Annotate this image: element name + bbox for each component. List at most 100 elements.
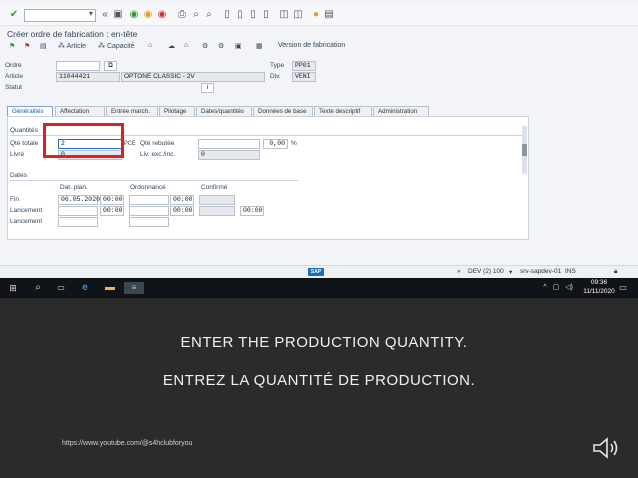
lancement-conf-time-field[interactable]: 00:00 xyxy=(240,206,264,216)
search-icon[interactable]: ⌕ xyxy=(32,282,44,294)
sap-gui-taskbar-icon[interactable]: ≡ xyxy=(124,282,144,294)
qte-rebutee-extra-field[interactable] xyxy=(198,139,260,149)
liv-exc-field: 0 xyxy=(198,150,260,160)
last-page-icon[interactable]: ▯ xyxy=(260,9,272,21)
clock-date[interactable]: 11/11/2020 xyxy=(580,288,618,295)
lancement2-ord-date-field[interactable] xyxy=(129,217,169,227)
cancel-icon[interactable]: ◉ xyxy=(156,9,168,21)
back-icon[interactable]: ◉ xyxy=(128,9,140,21)
flag-red-icon[interactable]: ⚑ xyxy=(24,42,30,50)
col-ordonnance-header: Ordonnancé xyxy=(130,184,166,191)
scrollbar-thumb[interactable] xyxy=(522,144,527,156)
channel-url: https://www.youtube.com/@s4hclubforyou xyxy=(62,440,193,447)
article-icon: ⁂ xyxy=(58,43,65,50)
article-button[interactable]: ⁂ Article xyxy=(58,42,86,50)
network-icon[interactable]: ▢ xyxy=(552,282,560,294)
tab-pilotage[interactable]: Pilotage xyxy=(159,106,195,116)
document-icon[interactable]: ▤ xyxy=(40,42,47,50)
tool-icon-4[interactable]: ⚙ xyxy=(202,42,208,50)
layout-icon[interactable]: ▤ xyxy=(323,9,335,21)
back-double-icon[interactable]: « xyxy=(99,9,111,21)
find-icon[interactable]: ⌕ xyxy=(190,9,202,21)
capacity-icon: ⁂ xyxy=(98,43,105,50)
quantites-group-title: Quantités xyxy=(10,127,38,134)
type-field: PP01 xyxy=(292,61,316,71)
ordre-field[interactable] xyxy=(56,61,100,71)
article-button-label: Article xyxy=(66,43,87,50)
save-icon[interactable]: ▣ xyxy=(112,9,124,21)
task-view-icon[interactable]: ▭ xyxy=(55,282,67,294)
mode-info: INS xyxy=(565,268,576,275)
print-icon[interactable]: ⎙ xyxy=(176,9,188,21)
tab-generalites[interactable]: Généralités xyxy=(7,106,53,116)
tab-affectation[interactable]: Affectation xyxy=(55,106,105,116)
help-icon[interactable]: ● xyxy=(310,9,322,21)
version-button[interactable]: Version de fabrication xyxy=(278,42,345,49)
livre-label: Livré xyxy=(10,151,25,158)
system-dropdown-icon[interactable]: ▾ xyxy=(509,268,512,276)
lancement2-date-field[interactable] xyxy=(58,217,98,227)
div-field: VENI xyxy=(292,72,316,82)
notifications-icon[interactable]: ▭ xyxy=(618,282,628,294)
tab-entree-march[interactable]: Entrée march. xyxy=(106,106,158,116)
tab-dates-quantites[interactable]: Dates/quantités xyxy=(196,106,252,116)
tab-donnees-de-base[interactable]: Données de base xyxy=(253,106,313,116)
lancement-date-field[interactable] xyxy=(58,206,98,216)
fin-ord-date-field[interactable] xyxy=(129,195,169,205)
dates-group-title: Dates xyxy=(10,172,27,179)
sap-logo: SAP xyxy=(308,268,324,276)
clock-time[interactable]: 09:36 xyxy=(584,279,614,286)
command-field[interactable]: ▾ xyxy=(24,9,96,22)
ordre-search-button[interactable]: ⧉ xyxy=(104,61,117,71)
find-next-icon[interactable]: ⌕ xyxy=(203,9,215,21)
capacite-button[interactable]: ⁂ Capacité xyxy=(98,42,135,50)
check-icon[interactable]: ✔ xyxy=(8,9,20,21)
qte-rebutee-label: Qté rebutée xyxy=(140,140,175,147)
chevron-down-icon[interactable]: ▾ xyxy=(89,9,93,18)
article-field: 11044421 xyxy=(56,72,120,82)
exit-icon[interactable]: ◉ xyxy=(142,9,154,21)
tool-icon-6[interactable]: ▣ xyxy=(235,42,242,50)
fin-conf-date-field xyxy=(199,195,235,205)
new-session-icon[interactable]: ◫ xyxy=(278,9,290,21)
vertical-scrollbar[interactable] xyxy=(522,126,527,174)
lancement2-label: Lancement xyxy=(10,218,43,225)
status-expand-icon[interactable]: » xyxy=(457,268,461,275)
tool-icon-5[interactable]: ⚙ xyxy=(218,42,224,50)
lancement-time-field[interactable]: 00:00 xyxy=(100,206,124,216)
tool-icon-2[interactable]: ☁ xyxy=(168,42,175,50)
type-label: Type xyxy=(270,62,285,69)
fin-time-field[interactable]: 00:00 xyxy=(100,195,124,205)
article-description: OPTONE CLASSIC - 2V xyxy=(121,72,265,82)
fin-date-field[interactable]: 06.05.2020 xyxy=(58,195,100,205)
lancement-ord-time-field[interactable]: 00:00 xyxy=(170,206,194,216)
liv-exc-label: Liv. exc./inc. xyxy=(140,151,176,158)
tool-icon-7[interactable]: ▦ xyxy=(256,42,263,50)
taskbar: ⊞ ⌕ ▭ e ▬ ≡ ^ ▢ ◁) 09:36 11/11/2020 ▭ xyxy=(0,278,638,298)
first-page-icon[interactable]: ▯ xyxy=(221,9,233,21)
edge-icon[interactable]: e xyxy=(78,282,92,294)
tool-icon-3[interactable]: ⌂ xyxy=(184,42,188,49)
flag-icon[interactable]: ⚑ xyxy=(9,42,15,50)
lancement-ord-date-field[interactable] xyxy=(129,206,169,216)
tab-administration[interactable]: Administration xyxy=(373,106,429,116)
tab-texte-descriptif[interactable]: Texte descriptif xyxy=(314,106,372,116)
fin-label: Fin xyxy=(10,196,20,203)
file-explorer-icon[interactable]: ▬ xyxy=(103,282,117,294)
col-plan-header: Dat. plan. xyxy=(60,184,88,191)
statut-info-button[interactable]: i xyxy=(201,83,214,93)
page-title: Créer ordre de fabrication : en-tête xyxy=(7,29,138,39)
volume-icon[interactable]: ◁) xyxy=(564,282,574,294)
tray-chevron-icon[interactable]: ^ xyxy=(541,282,549,294)
status-bar: SAP » DEV (2) 100 ▾ srv-sapdev-01 INS 🔒︎ xyxy=(0,265,638,278)
percent-label: % xyxy=(291,140,297,147)
server-info: srv-sapdev-01 xyxy=(520,268,562,275)
shortcut-icon[interactable]: ◫ xyxy=(292,9,304,21)
windows-start-icon[interactable]: ⊞ xyxy=(7,282,19,294)
prev-page-icon[interactable]: ▯ xyxy=(234,9,246,21)
sap-window: ✔ ▾ « ▣ ◉ ◉ ◉ ⎙ ⌕ ⌕ ▯ ▯ ▯ ▯ ◫ ◫ ● ▤ Crée… xyxy=(0,0,638,278)
fin-ord-time-field[interactable]: 00:00 xyxy=(170,195,194,205)
tool-icon-1[interactable]: ⌂ xyxy=(148,42,152,49)
qte-rebutee-field[interactable]: 0,00 xyxy=(263,139,288,149)
next-page-icon[interactable]: ▯ xyxy=(247,9,259,21)
